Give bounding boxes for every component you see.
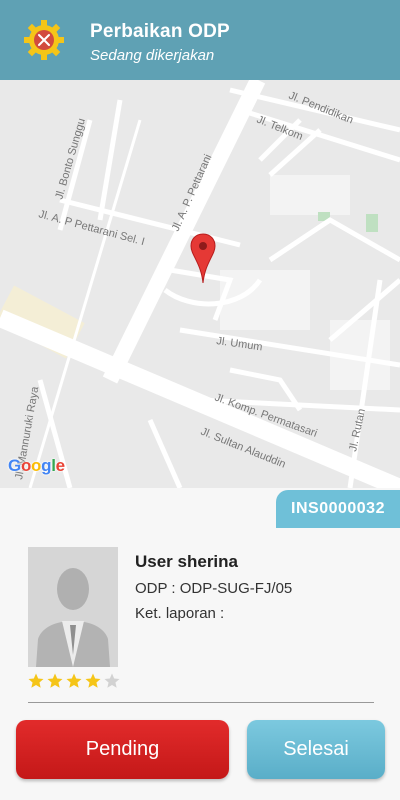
divider [28,702,374,703]
rating-stars [27,672,121,690]
app-header: Perbaikan ODP Sedang dikerjakan [0,0,400,80]
map-view[interactable]: Jl. Bonto Sunggu Jl. Telkom Jl. Pendidik… [0,80,400,488]
star-filled-icon [28,673,44,688]
ticket-id-badge: INS0000032 [276,490,400,528]
gear-wrench-icon [22,18,66,62]
odp-label: ODP : ODP-SUG-FJ/05 [135,580,293,597]
selesai-button[interactable]: Selesai [247,720,385,779]
star-empty-icon [104,673,120,688]
star-filled-icon [47,673,63,688]
user-name: User sherina [135,552,238,571]
star-filled-icon [66,673,82,688]
report-label: Ket. laporan : [135,605,225,622]
google-logo: Google [8,456,65,475]
pending-button[interactable]: Pending [16,720,229,779]
user-info: User sherina ODP : ODP-SUG-FJ/05 Ket. la… [135,550,292,624]
star-filled-icon [85,673,101,688]
user-avatar [28,547,118,667]
map-pin-icon[interactable] [190,233,216,285]
status-subtitle: Sedang dikerjakan [90,47,215,64]
page-title: Perbaikan ODP [90,21,230,42]
